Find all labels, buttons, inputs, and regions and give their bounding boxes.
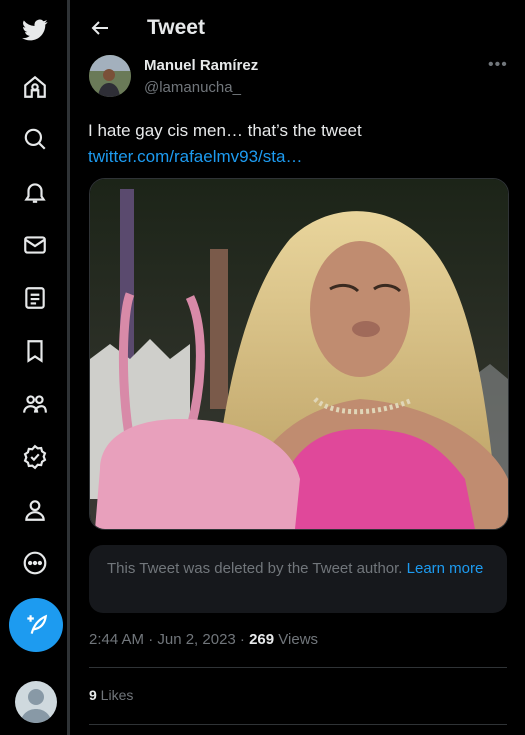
divider	[89, 667, 507, 668]
notifications-icon[interactable]	[14, 171, 56, 213]
learn-more-link[interactable]: Learn more	[407, 560, 484, 577]
account-avatar[interactable]	[15, 681, 57, 723]
divider	[89, 724, 507, 725]
more-options-icon[interactable]: •••	[488, 56, 508, 74]
header: Tweet	[70, 0, 525, 56]
messages-icon[interactable]	[14, 224, 56, 266]
quoted-tweet-link[interactable]: twitter.com/rafaelmv93/sta…	[88, 144, 508, 170]
twitter-logo-icon[interactable]	[14, 9, 56, 51]
deleted-notice-text: This Tweet was deleted by the Tweet auth…	[107, 560, 403, 577]
views-label: Views	[274, 631, 319, 648]
communities-icon[interactable]	[14, 383, 56, 425]
likes-label: Likes	[96, 687, 134, 703]
back-arrow-icon[interactable]	[88, 16, 112, 40]
feather-icon	[27, 614, 48, 634]
verified-icon[interactable]	[14, 436, 56, 478]
tweet-body: I hate gay cis men… that’s the tweet twi…	[88, 118, 508, 170]
sidebar	[0, 0, 70, 735]
deleted-tweet-notice: This Tweet was deleted by the Tweet auth…	[89, 545, 507, 613]
author-name[interactable]: Manuel Ramírez	[144, 57, 258, 74]
explore-icon[interactable]	[14, 118, 56, 160]
tweet-metadata: 2:44 AM · Jun 2, 2023 · 269 Views	[89, 631, 318, 648]
compose-tweet-button[interactable]	[9, 598, 63, 652]
home-icon[interactable]	[14, 66, 56, 108]
likes-link[interactable]: 9 Likes	[89, 687, 133, 703]
views-count: 269	[249, 631, 275, 648]
author-handle[interactable]: @lamanucha_	[144, 79, 241, 96]
author-avatar[interactable]	[89, 55, 131, 97]
bookmarks-icon[interactable]	[14, 330, 56, 372]
lists-icon[interactable]	[14, 277, 56, 319]
tweet-media-image[interactable]	[89, 178, 509, 530]
tweet-timestamp[interactable]: 2:44 AM · Jun 2, 2023 ·	[89, 631, 249, 648]
profile-icon[interactable]	[14, 489, 56, 531]
tweet-detail-panel: Tweet Manuel Ramírez @lamanucha_ ••• I h…	[70, 0, 525, 735]
tweet-text: I hate gay cis men… that’s the tweet	[88, 121, 362, 140]
likes-count: 9	[89, 687, 97, 703]
page-title: Tweet	[147, 16, 205, 39]
more-icon[interactable]	[14, 542, 56, 584]
